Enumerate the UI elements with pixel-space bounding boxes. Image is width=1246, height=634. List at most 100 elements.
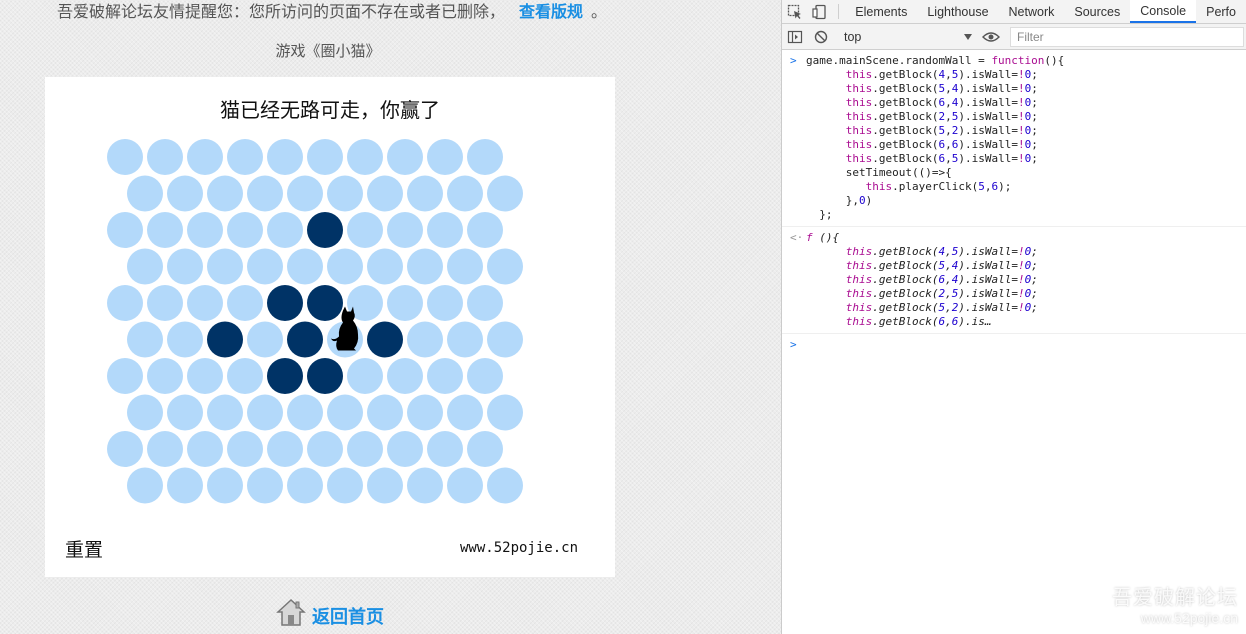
board-cell[interactable] <box>447 467 483 504</box>
live-expression-eye-icon[interactable] <box>978 30 1004 44</box>
board-cell[interactable] <box>287 394 323 431</box>
board-cell[interactable] <box>467 358 503 394</box>
wall-cell[interactable] <box>267 358 303 394</box>
tab-sources[interactable]: Sources <box>1064 0 1130 23</box>
wall-cell[interactable] <box>367 321 403 358</box>
board-cell[interactable] <box>187 139 223 175</box>
board-cell[interactable] <box>327 248 363 285</box>
board-cell[interactable] <box>367 175 403 212</box>
board-cell[interactable] <box>127 248 163 285</box>
clear-console-icon[interactable] <box>808 29 834 45</box>
board-cell[interactable] <box>267 431 303 467</box>
board-cell[interactable] <box>227 431 263 467</box>
context-selector[interactable]: top <box>838 27 978 47</box>
wall-cell[interactable] <box>267 285 303 321</box>
tab-console[interactable]: Console <box>1130 0 1197 23</box>
board-cell[interactable] <box>487 175 523 212</box>
board-cell[interactable] <box>247 248 283 285</box>
board-cell[interactable] <box>167 175 203 212</box>
rules-link[interactable]: 查看版规 <box>519 2 583 21</box>
board-cell[interactable] <box>147 358 183 394</box>
game-board[interactable] <box>45 77 615 577</box>
board-cell[interactable] <box>387 139 423 175</box>
board-cell[interactable] <box>147 285 183 321</box>
tab-network[interactable]: Network <box>999 0 1065 23</box>
board-cell[interactable] <box>387 212 423 248</box>
board-cell[interactable] <box>467 139 503 175</box>
board-cell[interactable] <box>407 394 443 431</box>
board-cell[interactable] <box>427 285 463 321</box>
board-cell[interactable] <box>207 467 243 504</box>
home-link[interactable]: 返回首页 <box>276 596 384 628</box>
board-cell[interactable] <box>127 175 163 212</box>
board-cell[interactable] <box>427 431 463 467</box>
board-cell[interactable] <box>367 467 403 504</box>
wall-cell[interactable] <box>307 358 343 394</box>
board-cell[interactable] <box>127 467 163 504</box>
board-cell[interactable] <box>247 175 283 212</box>
sidebar-toggle-icon[interactable] <box>782 29 808 45</box>
board-cell[interactable] <box>187 431 223 467</box>
console-filter-input[interactable] <box>1010 26 1244 47</box>
board-cell[interactable] <box>227 212 263 248</box>
board-cell[interactable] <box>187 212 223 248</box>
board-cell[interactable] <box>387 358 423 394</box>
board-cell[interactable] <box>487 467 523 504</box>
reset-button[interactable]: 重置 <box>65 535 103 562</box>
board-cell[interactable] <box>107 431 143 467</box>
board-cell[interactable] <box>487 394 523 431</box>
console-prompt-input[interactable] <box>806 338 1246 352</box>
tab-lighthouse[interactable]: Lighthouse <box>917 0 998 23</box>
board-cell[interactable] <box>247 321 283 358</box>
board-cell[interactable] <box>327 394 363 431</box>
board-cell[interactable] <box>167 467 203 504</box>
board-cell[interactable] <box>347 431 383 467</box>
wall-cell[interactable] <box>287 321 323 358</box>
board-cell[interactable] <box>227 285 263 321</box>
board-cell[interactable] <box>387 285 423 321</box>
board-cell[interactable] <box>147 139 183 175</box>
board-cell[interactable] <box>227 139 263 175</box>
board-cell[interactable] <box>347 212 383 248</box>
board-cell[interactable] <box>467 285 503 321</box>
board-cell[interactable] <box>467 212 503 248</box>
board-cell[interactable] <box>307 139 343 175</box>
board-cell[interactable] <box>347 358 383 394</box>
board-cell[interactable] <box>167 321 203 358</box>
board-cell[interactable] <box>447 248 483 285</box>
board-cell[interactable] <box>427 139 463 175</box>
board-cell[interactable] <box>207 248 243 285</box>
inspect-element-icon[interactable] <box>782 0 807 23</box>
board-cell[interactable] <box>167 394 203 431</box>
board-cell[interactable] <box>147 431 183 467</box>
device-toolbar-icon[interactable] <box>807 0 832 23</box>
board-cell[interactable] <box>407 321 443 358</box>
board-cell[interactable] <box>187 285 223 321</box>
board-cell[interactable] <box>287 467 323 504</box>
board-cell[interactable] <box>107 212 143 248</box>
wall-cell[interactable] <box>207 321 243 358</box>
game-canvas[interactable]: 猫已经无路可走，你赢了 重置 www.52pojie.cn <box>45 77 615 577</box>
console-result-entry[interactable]: <· f (){ this.getBlock(4,5).isWall=!0; t… <box>782 227 1246 334</box>
tab-elements[interactable]: Elements <box>845 0 917 23</box>
board-cell[interactable] <box>447 394 483 431</box>
board-cell[interactable] <box>247 467 283 504</box>
board-cell[interactable] <box>247 394 283 431</box>
board-cell[interactable] <box>267 139 303 175</box>
board-cell[interactable] <box>307 431 343 467</box>
board-cell[interactable] <box>407 175 443 212</box>
board-cell[interactable] <box>107 358 143 394</box>
board-cell[interactable] <box>127 394 163 431</box>
board-cell[interactable] <box>107 139 143 175</box>
board-cell[interactable] <box>267 212 303 248</box>
board-cell[interactable] <box>447 321 483 358</box>
board-cell[interactable] <box>447 175 483 212</box>
board-cell[interactable] <box>287 175 323 212</box>
board-cell[interactable] <box>367 394 403 431</box>
board-cell[interactable] <box>287 248 323 285</box>
board-cell[interactable] <box>327 175 363 212</box>
board-cell[interactable] <box>387 431 423 467</box>
board-cell[interactable] <box>327 467 363 504</box>
board-cell[interactable] <box>367 248 403 285</box>
board-cell[interactable] <box>227 358 263 394</box>
